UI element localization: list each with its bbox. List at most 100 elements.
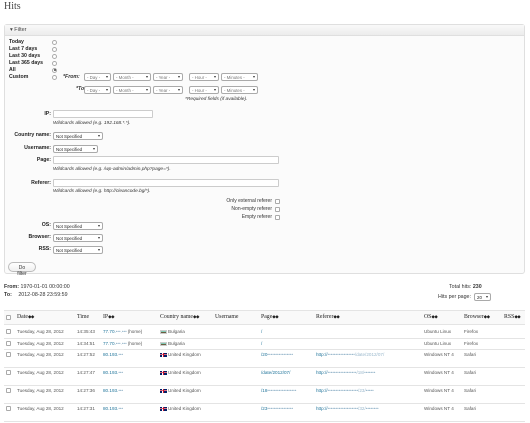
row-os: Ubuntu Linux [424, 329, 452, 334]
username-select[interactable]: Not Specified [53, 145, 98, 153]
period-radio[interactable] [52, 67, 57, 73]
row-country: Bulgaria [160, 341, 185, 347]
table-row [4, 403, 525, 404]
referer-option-checkbox[interactable] [275, 198, 280, 204]
referer-input[interactable] [53, 179, 279, 187]
row-page-link[interactable]: / [261, 341, 313, 346]
column-header[interactable]: Page◆◆ [261, 314, 279, 320]
from-day-select[interactable]: - Day - [84, 73, 111, 81]
row-ip-link[interactable]: 80.193.••• [103, 406, 124, 411]
table-row [4, 367, 525, 368]
summary-to-label: To: [4, 292, 12, 298]
sort-arrows-icon: ◆◆ [483, 314, 490, 319]
row-ip-link[interactable]: 80.193.••• [103, 388, 124, 393]
row-page-link[interactable]: / [261, 329, 313, 334]
table-row [4, 421, 525, 422]
row-page-link[interactable]: /20•••••••••••••••• [261, 352, 313, 357]
from-minutes-select[interactable]: - Minutes - [221, 73, 258, 81]
rss-select[interactable]: Not Specified [53, 246, 103, 254]
row-referer-link[interactable]: http://•••••••••••••••••••/23/••••• [316, 388, 422, 393]
row-page-link[interactable]: /date/2012/07/ [261, 370, 313, 375]
row-page-link[interactable]: /18•••••••••••••••••• [261, 388, 313, 393]
filter-panel: ▾ Filter Today Last 7 days Last 30 days Las… [4, 24, 525, 277]
sort-arrows-icon: ◆◆ [108, 314, 115, 319]
total-hits-label: Total hits: [449, 284, 472, 290]
country-select[interactable]: Not Specified [53, 132, 103, 140]
column-header[interactable]: Referer◆◆ [316, 314, 340, 320]
column-header[interactable]: Browser◆◆ [464, 314, 490, 320]
summary-to: To: 2012-08-28 23:59:59 [4, 292, 68, 298]
to-month-select[interactable]: - Month - [113, 86, 151, 94]
row-checkbox[interactable] [6, 329, 11, 334]
to-year-select[interactable]: - Year - [153, 86, 183, 94]
row-ip-link[interactable]: 80.193.••• [103, 352, 124, 357]
row-time: 14:27:47 [77, 370, 95, 375]
period-radio[interactable] [52, 46, 57, 52]
row-page-link[interactable]: /23•••••••••••••••• [261, 406, 313, 411]
to-minutes-select[interactable]: - Minutes - [221, 86, 258, 94]
period-radio[interactable] [52, 53, 57, 59]
row-referer-link[interactable]: http://••••••••••••••••••/18/••••••• [316, 370, 422, 375]
select-all-checkbox[interactable] [6, 315, 11, 320]
from-year-select[interactable]: - Year - [153, 73, 183, 81]
row-checkbox[interactable] [6, 341, 11, 346]
sort-arrows-icon: ◆◆ [193, 314, 199, 319]
to-day-select[interactable]: - Day - [84, 86, 111, 94]
row-browser: Safari [464, 370, 477, 375]
hits-per-page-label: Hits per page: [438, 294, 471, 300]
row-browser: Firefox [464, 329, 479, 334]
period-radio[interactable] [52, 39, 57, 45]
row-country: United Kingdom [160, 388, 201, 394]
row-time: 14:35:43 [77, 329, 95, 334]
row-ip-link[interactable]: 80.193.••• [103, 370, 124, 375]
do-filter-button[interactable]: Do filter [8, 262, 36, 277]
row-checkbox[interactable] [6, 406, 11, 411]
row-referer-link[interactable]: http://•••••••••••••••••/date/2012/07/ [316, 352, 422, 357]
row-ip-link[interactable]: 77.70.•••.•••(home) [103, 341, 142, 346]
column-header[interactable]: Country name◆◆ [160, 314, 199, 320]
row-checkbox[interactable] [6, 388, 11, 393]
summary-from-label: From: [4, 284, 20, 290]
row-os: Windows NT 4 [424, 388, 454, 393]
row-date: Tuesday, Aug 28, 2012 [17, 341, 64, 346]
referer-option-label: Non-empty referer [231, 206, 272, 212]
sort-arrows-icon: ◆◆ [272, 314, 279, 319]
referer-option-label: Empty referer [241, 214, 272, 220]
column-header[interactable]: OS◆◆ [424, 314, 438, 320]
sort-arrows-icon: ◆◆ [431, 314, 438, 319]
period-label: Last 365 days [9, 60, 44, 66]
filter-panel-toggle[interactable]: ▾ Filter [5, 25, 524, 36]
row-browser: Safari [464, 388, 477, 393]
page-input[interactable] [53, 156, 279, 164]
row-ip-link[interactable]: 77.70.•••.•••(home) [103, 329, 142, 334]
page-label: Page: [36, 157, 51, 163]
bulgaria-flag-icon [160, 329, 167, 335]
summary-to-value: 2012-08-28 23:59:59 [18, 292, 68, 298]
row-date: Tuesday, Aug 28, 2012 [17, 370, 64, 375]
row-checkbox[interactable] [6, 352, 11, 357]
total-hits: Total hits: 230 [449, 284, 482, 290]
referer-option-label: Only external referer [226, 198, 272, 204]
browser-select[interactable]: Not Specified [53, 234, 103, 242]
column-header[interactable]: RSS◆◆ [504, 314, 521, 320]
browser-label: Browser: [28, 234, 52, 240]
column-header[interactable]: Date◆◆ [17, 314, 34, 320]
from-month-select[interactable]: - Month - [113, 73, 151, 81]
row-date: Tuesday, Aug 28, 2012 [17, 352, 64, 357]
row-checkbox[interactable] [6, 370, 11, 375]
referer-option-checkbox[interactable] [275, 214, 280, 220]
period-radio[interactable] [52, 74, 57, 80]
column-header[interactable]: IP◆◆ [103, 314, 115, 320]
from-hour-select[interactable]: - Hour - [189, 73, 219, 81]
row-browser: Firefox [464, 341, 479, 346]
row-referer-link[interactable]: http://•••••••••••••••••••/32/•••••••• [316, 406, 422, 411]
referer-option-checkbox[interactable] [275, 206, 280, 212]
username-label: Username: [24, 145, 51, 151]
to-hour-select[interactable]: - Hour - [189, 86, 219, 94]
ip-input[interactable] [53, 110, 153, 118]
period-label: Custom [9, 74, 29, 80]
hits-per-page-select[interactable]: 20 [474, 293, 491, 301]
os-select[interactable]: Not Specified [53, 222, 103, 230]
period-radio[interactable] [52, 60, 57, 66]
row-date: Tuesday, Aug 28, 2012 [17, 388, 64, 393]
